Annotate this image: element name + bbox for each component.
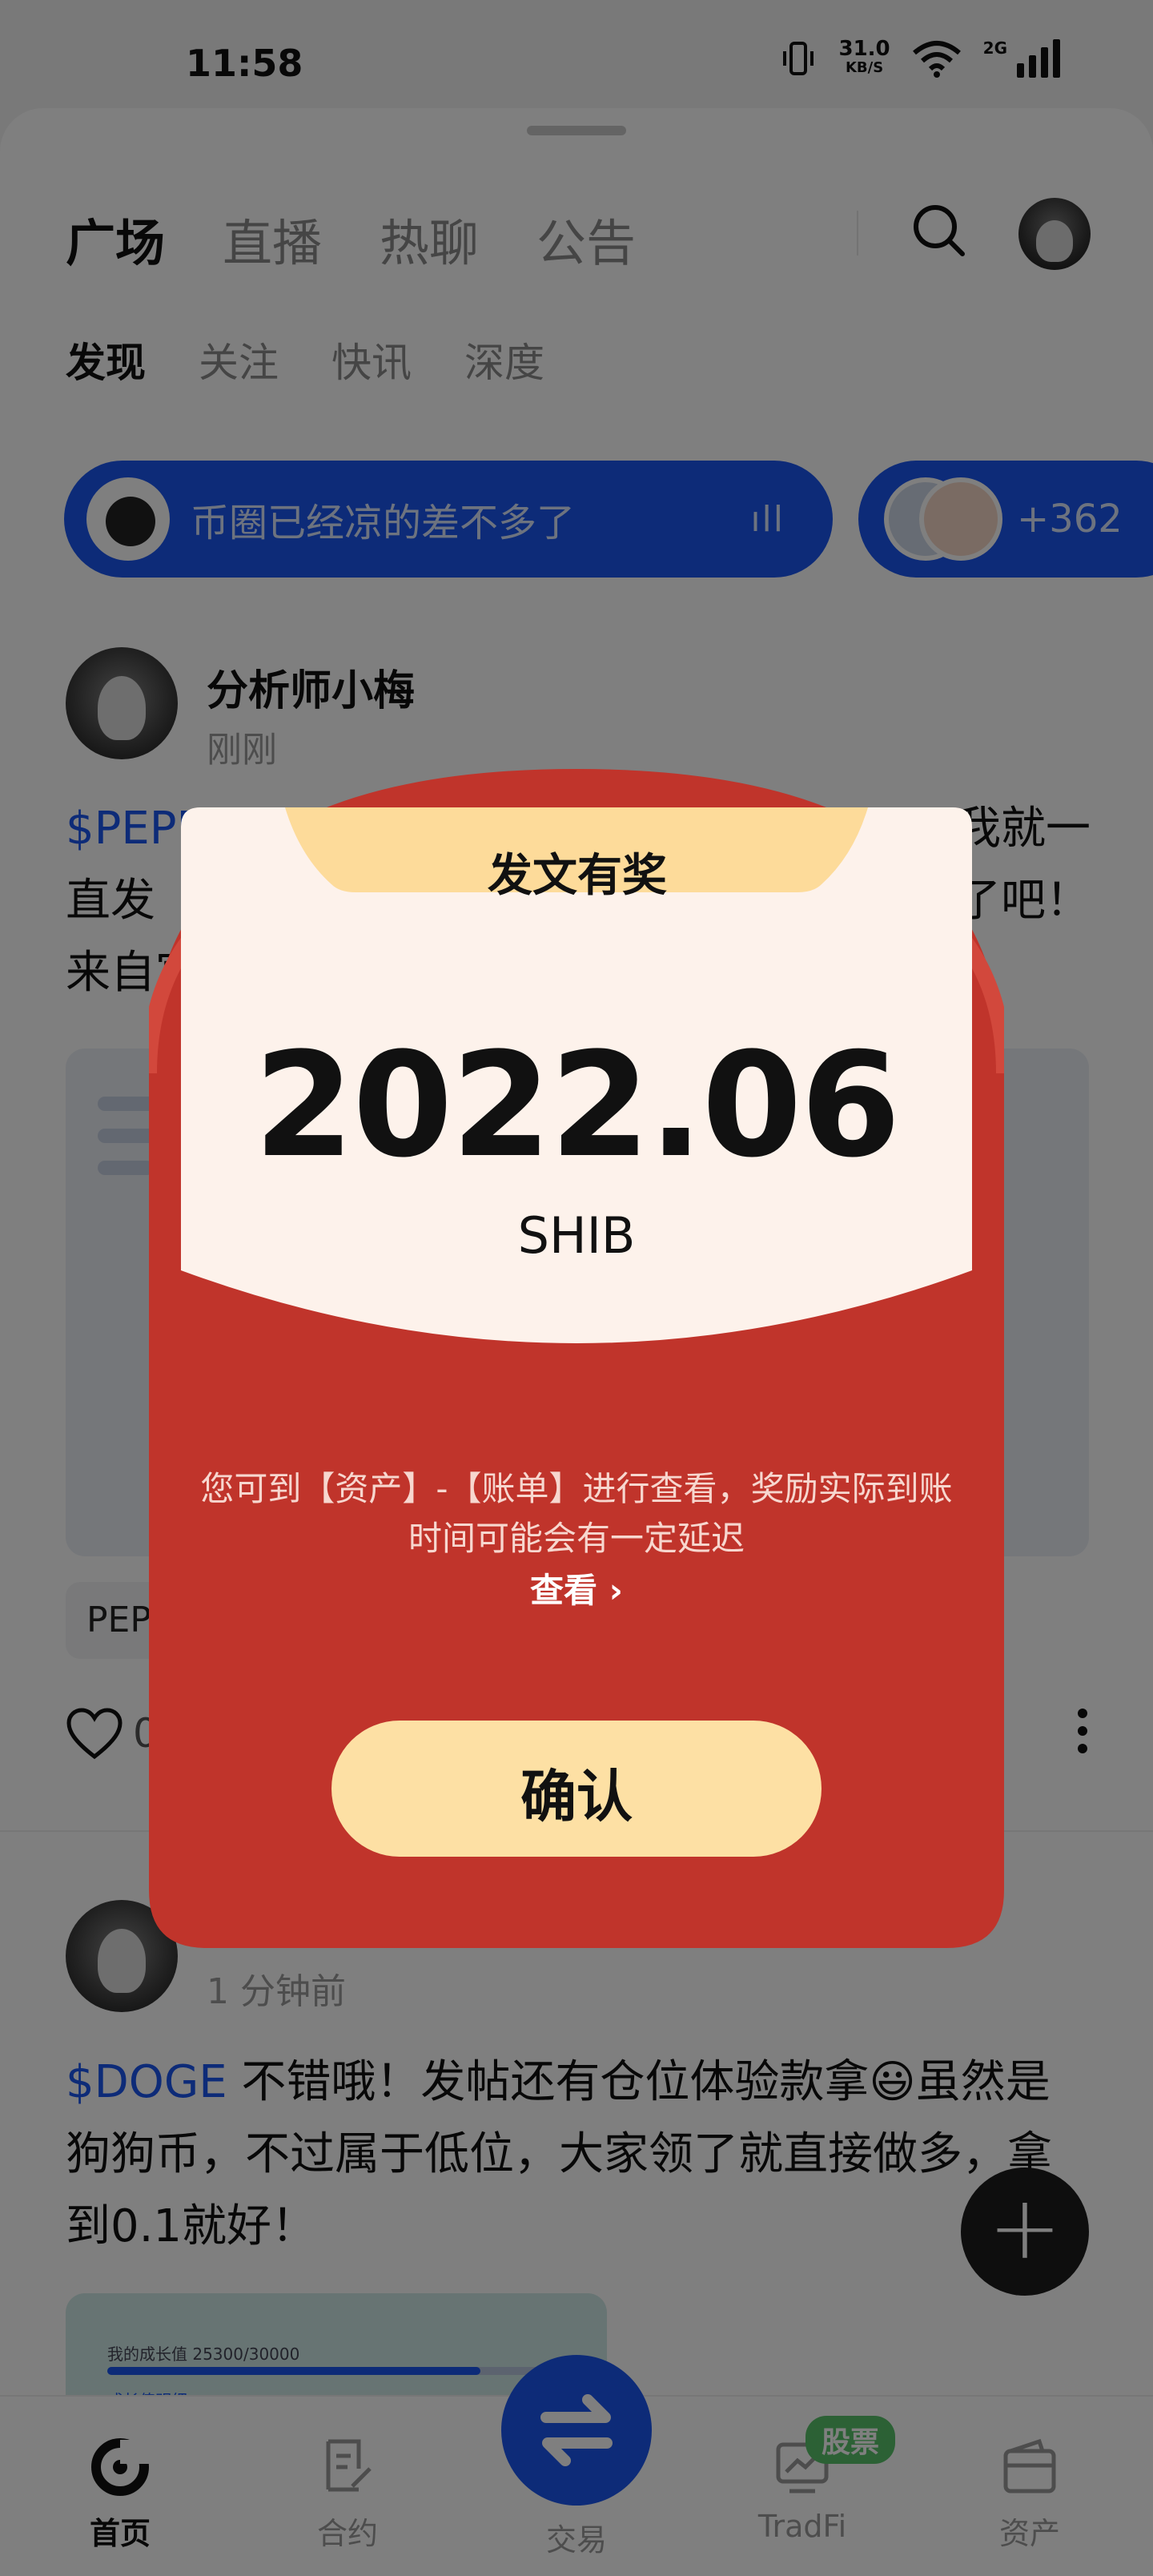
confirm-button[interactable]: 确认 bbox=[331, 1721, 822, 1857]
reward-card: 发文有奖 2022.06 SHIB bbox=[181, 807, 972, 1352]
reward-unit: SHIB bbox=[517, 1206, 636, 1265]
view-link[interactable]: 查看 › bbox=[149, 1564, 1004, 1612]
reward-title: 发文有奖 bbox=[488, 850, 667, 902]
reward-note: 您可到【资产】-【账单】进行查看，奖励实际到账时间可能会有一定延迟 bbox=[200, 1469, 953, 1558]
reward-amount: 2022.06 bbox=[254, 1022, 901, 1189]
reward-modal: 发文有奖 2022.06 SHIB 您可到【资产】-【账单】进行查看，奖励实际到… bbox=[149, 769, 1004, 1948]
